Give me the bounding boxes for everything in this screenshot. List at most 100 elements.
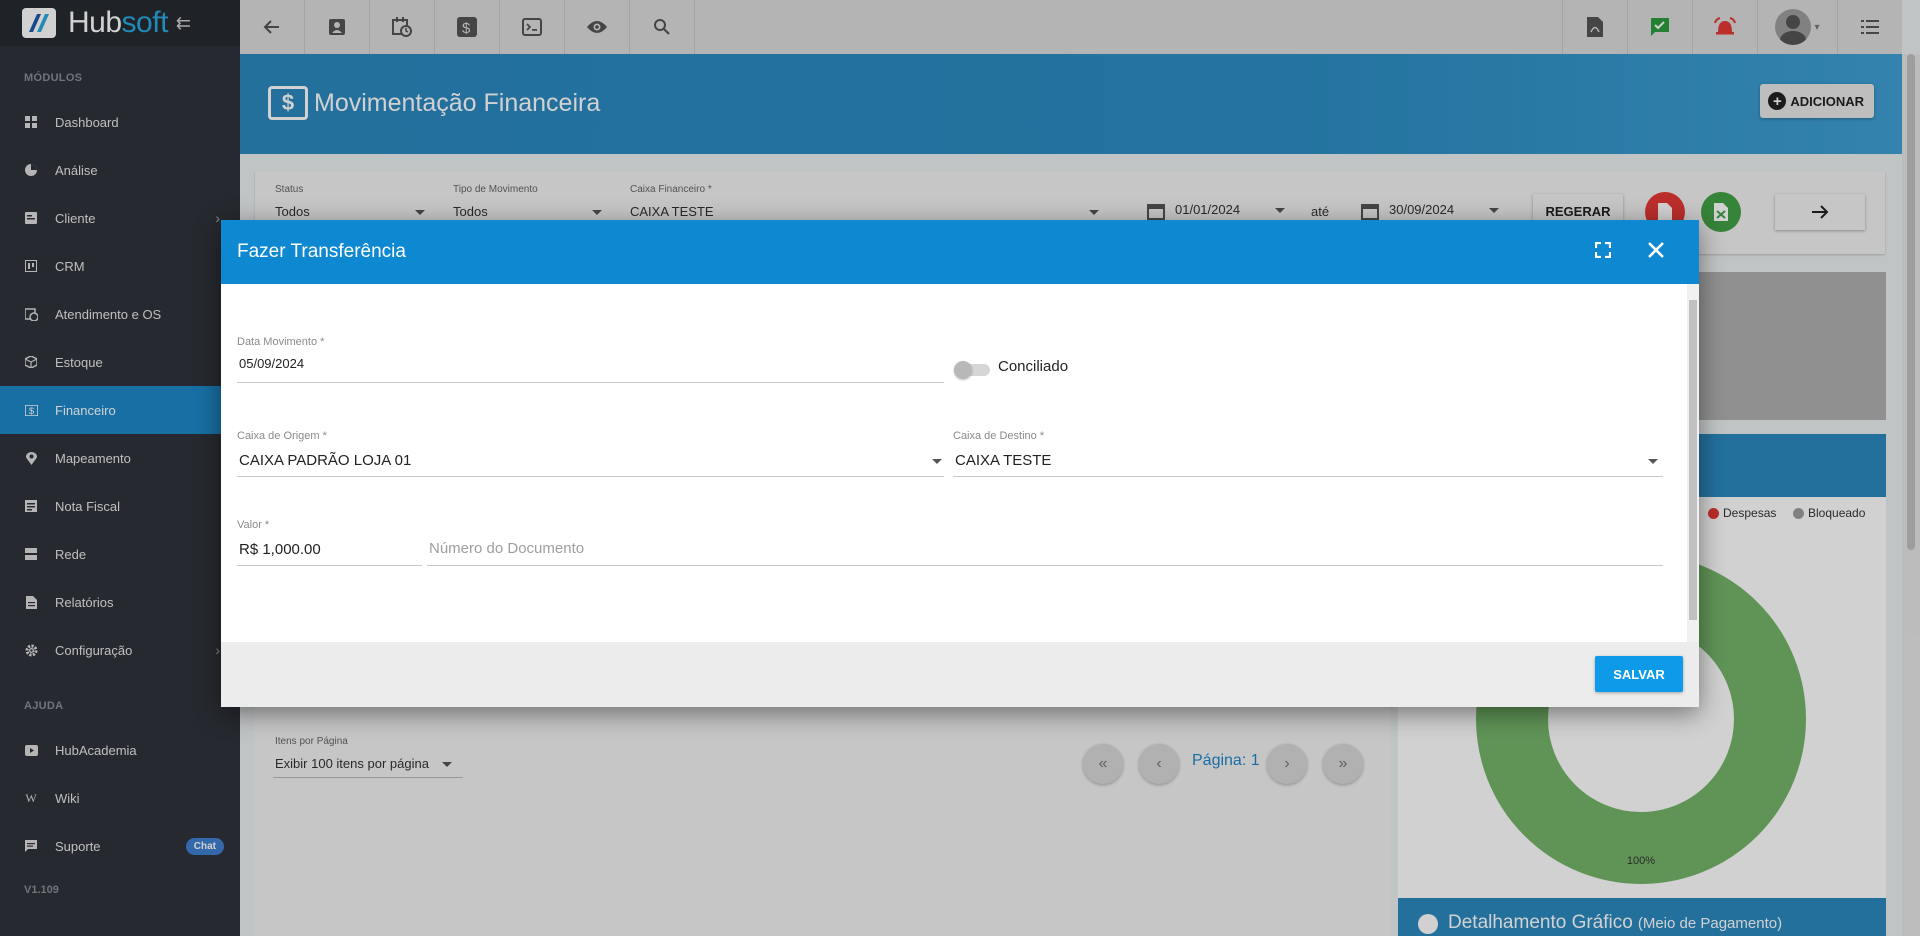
data-movimento-input[interactable]: 05/09/2024 (239, 356, 304, 371)
schedule-shortcut-button[interactable] (370, 0, 435, 54)
brand[interactable]: Hubsoft ⇇ (0, 0, 240, 46)
sidebar-item-atendimento[interactable]: Atendimento e OS (0, 290, 240, 338)
sidebar-item-wiki[interactable]: W Wiki (0, 774, 240, 822)
sidebar-item-label: Rede (55, 546, 87, 562)
legend-dot (1793, 507, 1804, 519)
chevron-down-icon (1089, 210, 1099, 215)
scrollbar-thumb[interactable] (1689, 300, 1697, 620)
calendar-icon[interactable] (1147, 202, 1165, 220)
scrollbar-thumb[interactable] (1907, 54, 1915, 550)
chat-icon (24, 839, 38, 853)
sidebar-item-mapeamento[interactable]: Mapeamento (0, 434, 240, 482)
play-icon (24, 743, 38, 757)
caixa-origem-select[interactable]: CAIXA PADRÃO LOJA 01 (239, 452, 411, 469)
save-button[interactable]: SALVAR (1595, 656, 1683, 692)
numero-documento-input[interactable]: Número do Documento (429, 540, 584, 557)
valor-label: Valor * (237, 519, 270, 531)
sidebar-item-relatorios[interactable]: Relatórios (0, 578, 240, 626)
finance-shortcut-button[interactable]: $ (435, 0, 500, 54)
menu-list-button[interactable] (1837, 0, 1902, 54)
chevron-down-icon (1648, 459, 1658, 464)
terminal-button[interactable] (500, 0, 565, 54)
per-page-underline (273, 777, 463, 778)
messages-button[interactable] (1627, 0, 1692, 54)
sidebar-item-configuracao[interactable]: Configuração › (0, 626, 240, 674)
sidebar-item-cliente[interactable]: Cliente › (0, 194, 240, 242)
per-page-select[interactable]: Exibir 100 itens por página (275, 756, 429, 771)
export-excel-button[interactable] (1701, 192, 1741, 232)
map-pin-icon (24, 451, 38, 465)
chevron-left-icon: ‹ (1156, 755, 1162, 772)
date-from-input[interactable]: 01/01/2024 (1175, 202, 1240, 217)
pie-chart-icon (1418, 914, 1438, 934)
calendar-icon[interactable] (1361, 202, 1379, 220)
legend-label: Despesas (1723, 506, 1777, 520)
status-select[interactable]: Todos (275, 204, 310, 219)
sidebar-item-label: HubAcademia (55, 742, 137, 758)
svg-text:$: $ (29, 406, 34, 416)
sidebar-item-suporte[interactable]: Suporte Chat (0, 822, 240, 870)
sidebar-item-label: Cliente (55, 210, 96, 226)
legend-bloqueado[interactable]: Bloqueado (1793, 506, 1865, 520)
version-label: V1.109 (24, 884, 59, 896)
pdf-button[interactable] (1562, 0, 1627, 54)
sidebar-item-label: Financeiro (55, 402, 116, 418)
pdf-icon (1658, 203, 1672, 221)
legend-dot (1708, 507, 1719, 519)
sidebar-item-analise[interactable]: Análise (0, 146, 240, 194)
first-page-button[interactable]: « (1083, 744, 1123, 784)
add-button[interactable]: + ADICIONAR (1760, 84, 1874, 118)
sidebar-item-rede[interactable]: Rede (0, 530, 240, 578)
back-button[interactable] (240, 0, 305, 54)
sidebar-item-nota-fiscal[interactable]: Nota Fiscal (0, 482, 240, 530)
search-button[interactable] (630, 0, 695, 54)
modal-scrollbar[interactable] (1687, 284, 1699, 642)
legend-despesas[interactable]: Despesas (1708, 506, 1776, 520)
close-icon[interactable] (1646, 240, 1666, 260)
chat-badge[interactable]: Chat (185, 837, 224, 855)
detalhe-grafico-header: Detalhamento Gráfico (Meio de Pagamento) (1398, 898, 1886, 936)
sidebar-item-label: CRM (55, 258, 85, 274)
sidebar-item-label: Análise (55, 162, 98, 178)
add-button-label: ADICIONAR (1790, 93, 1864, 109)
terminal-icon (522, 18, 542, 36)
double-chevron-right-icon: » (1338, 755, 1348, 772)
tipo-movimento-select[interactable]: Todos (453, 204, 488, 219)
next-button[interactable] (1775, 194, 1865, 230)
conciliado-toggle[interactable] (954, 361, 990, 379)
dashboard-icon (24, 115, 38, 129)
user-menu-button[interactable]: ▾ (1757, 0, 1837, 54)
svg-text:$: $ (462, 20, 471, 37)
data-movimento-underline (237, 382, 944, 383)
next-page-button[interactable]: › (1267, 744, 1307, 784)
clients-shortcut-button[interactable] (305, 0, 370, 54)
numero-documento-underline (427, 565, 1663, 566)
fullscreen-icon[interactable] (1595, 242, 1611, 258)
chevron-down-icon (1275, 208, 1285, 213)
contact-card-icon (329, 19, 345, 35)
sidebar-item-financeiro[interactable]: $ Financeiro (0, 386, 240, 434)
page-title-text: Movimentação Financeira (314, 88, 601, 117)
detalhe-title: Detalhamento Gráfico (1448, 912, 1633, 933)
view-button[interactable] (565, 0, 630, 54)
chevron-down-icon (442, 762, 452, 767)
last-page-button[interactable]: » (1323, 744, 1363, 784)
chevron-down-icon (592, 210, 602, 215)
valor-input[interactable]: R$ 1,000.00 (239, 541, 321, 558)
caixa-financeiro-select[interactable]: CAIXA TESTE (630, 204, 714, 219)
modal-title: Fazer Transferência (237, 241, 406, 262)
alarm-button[interactable] (1692, 0, 1757, 54)
prev-page-button[interactable]: ‹ (1139, 744, 1179, 784)
collapse-sidebar-icon[interactable]: ⇇ (176, 13, 191, 34)
page-scrollbar[interactable] (1902, 54, 1920, 936)
sidebar-item-dashboard[interactable]: Dashboard (0, 98, 240, 146)
status-label: Status (275, 184, 304, 195)
date-to-input[interactable]: 30/09/2024 (1389, 202, 1454, 217)
page-title: $ Movimentação Financeira (268, 86, 600, 120)
sidebar-item-estoque[interactable]: Estoque (0, 338, 240, 386)
caixa-destino-select[interactable]: CAIXA TESTE (955, 452, 1051, 469)
data-movimento-label: Data Movimento * (237, 336, 325, 348)
per-page-label: Itens por Página (275, 736, 348, 747)
sidebar-item-hubacademia[interactable]: HubAcademia (0, 726, 240, 774)
sidebar-item-crm[interactable]: CRM (0, 242, 240, 290)
